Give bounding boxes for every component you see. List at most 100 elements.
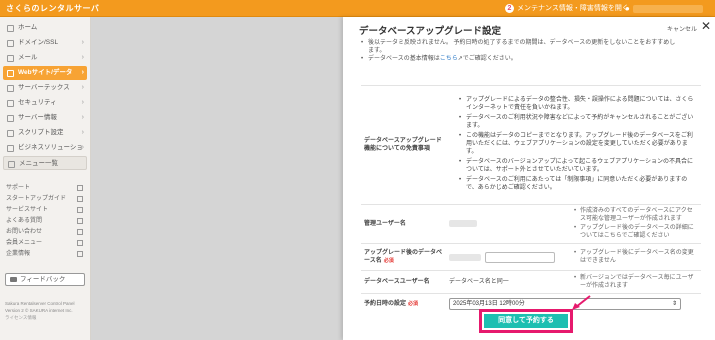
chevron-right-icon: › [81,144,84,151]
select-value: 2025年03月13日 12時00分 [453,301,525,308]
sidebar-item-mail[interactable]: メール › [3,51,87,65]
footer-text: Version 2 © SAKURA internet Inc. [5,308,73,313]
sidebar-item-script[interactable]: スクリプト設定 › [3,126,87,140]
label-text: アップグレード後のデータベース名 [364,250,443,264]
website-icon [7,70,14,77]
admin-value [446,204,571,244]
admin-label: 管理ユーザー名 [361,204,446,244]
chat-icon [10,277,17,282]
agree-reserve-button[interactable]: 同意して予約する [484,314,568,328]
dbuser-value: データベース名と同一 [446,270,571,294]
close-icon[interactable]: ✕ [701,19,711,33]
chevron-right-icon: › [81,54,84,61]
link-label: スタートアップガイド [6,196,67,202]
maintenance-badge: 2 [505,3,514,13]
list-icon [8,161,15,168]
admin-notes: 作成済みのすべてのデータベースにアクセス可能な管理ユーザーが作成されます アップ… [571,204,701,244]
note-item: 新バージョンではデータベース毎にユーザーが作成されます [574,274,698,290]
maintenance-label: メンテナンス情報・障害情報を開く [517,5,629,12]
link-support[interactable]: サポート [0,183,91,194]
sidebar-item-label: サーバーテックス [18,84,70,91]
link-company[interactable]: 企業情報 [0,249,91,260]
disclaimer-label: データベースアップグレード機能についての免責事項 [361,85,446,205]
note-item: 作成済みのすべてのデータベースにアクセス可能な管理ユーザーが作成されます [574,207,698,223]
required-badge: 必須 [383,258,394,264]
sidebar-item-business[interactable]: ビジネスソリューション› [3,141,87,165]
info-icon [7,115,14,122]
sidebar-item-label: サーバー情報 [18,114,57,121]
newname-label: アップグレード後のデータベース名 必須 [361,243,446,271]
note-item: アップグレード後にデータベース名の変更はできません [574,249,698,265]
external-link-icon [77,229,83,235]
disclaimer-item: データベースのバージョンアップによって起こるウェブアプリケーションの不具合につい… [459,158,698,174]
intro-text: 後以テータミ反映されません。 予約日時の処了するまでの期間は、データベースの更新… [368,40,676,46]
sidebar-item-server-info[interactable]: サーバー情報 › [3,111,87,125]
link-member-menu[interactable]: 会員メニュー [0,238,91,249]
top-bar: さくらのレンタルサーバ 2 メンテナンス情報・障害情報を開く ● [0,0,715,17]
license-link[interactable]: ライセンス情報 [5,314,89,321]
link-faq[interactable]: よくある質問 [0,216,91,227]
disclaimer-content: アップグレードによるデータの整合性、損失・誤操作による問題については、さくらイン… [446,85,701,205]
cancel-link[interactable]: キャンセル [667,24,697,33]
newname-value [446,243,571,271]
schedule-label: 予約日時の設定 必須 [361,293,446,315]
user-name-redacted [632,4,703,13]
mail-icon [7,55,14,62]
intro-text: データベースの基本情報は [368,56,440,62]
feedback-label: フィードバック [20,276,66,283]
chevron-right-icon: › [81,129,84,136]
code-icon [7,130,14,137]
intro-note: データベースの基本情報はこちら↗でご確認ください。 [361,55,706,63]
dbuser-row: データベースユーザー名 データベース名と同一 新バージョンではデータベース毎にユ… [361,270,701,294]
overlay-backdrop[interactable] [91,17,343,340]
server-icon [7,85,14,92]
link-contact[interactable]: お問い合わせ [0,227,91,238]
brand-logo[interactable]: さくらのレンタルサーバ [6,3,99,14]
link-service-site[interactable]: サービスサイト [0,205,91,216]
user-icon: ● [625,4,630,13]
external-link-icon [77,218,83,224]
sidebar-item-label: スクリプト設定 [18,129,64,136]
sidebar-item-label: メール [18,54,38,61]
newname-input[interactable] [485,251,555,263]
link-label: サポート [6,185,31,191]
sidebar-item-home[interactable]: ホーム [3,21,87,35]
maintenance-link[interactable]: 2 メンテナンス情報・障害情報を開く [505,3,629,13]
disclaimer-row: データベースアップグレード機能についての免責事項 アップグレードによるデータの整… [361,85,701,205]
disclaimer-item: データベースのご利用にあたっては「制限事項」に同意いただく必要がありますので、あ… [459,176,698,192]
sidebar: ホーム ドメイン/SSL › メール › Webサイト/データ › サーバーテックス ›… [0,17,91,340]
external-link-icon [77,251,83,257]
link-label: サービスサイト [6,207,49,213]
sidebar-item-menu-list[interactable]: メニュー一覧 [3,156,87,170]
chevron-right-icon: › [81,69,84,76]
intro-note: 後以テータミ反映されません。 予約日時の処了するまでの期間は、データベースの更新… [361,39,706,55]
globe-icon [7,40,14,47]
db-info-link[interactable]: こちら [440,56,458,62]
feedback-button[interactable]: フィードバック [5,273,85,286]
chevron-right-icon: › [81,114,84,121]
link-label: 会員メニュー [6,240,43,246]
sidebar-item-label: ホーム [18,24,38,31]
sidebar-item-domain[interactable]: ドメイン/SSL › [3,36,87,50]
label-text: 予約日時の設定 [364,301,407,308]
sidebar-item-website[interactable]: Webサイト/データ › [3,66,87,80]
briefcase-icon [7,145,14,152]
footer-text: Sakura Rentalserver Control Panel [5,301,75,306]
sidebar-item-label: セキュリティ [18,99,57,106]
sidebar-item-security[interactable]: セキュリティ › [3,96,87,110]
sidebar-item-server-tex[interactable]: サーバーテックス › [3,81,87,95]
disclaimer-item: アップグレードによるデータの整合性、損失・誤操作による問題については、さくらイン… [459,96,698,112]
chevron-updown-icon: ⇕ [671,301,677,308]
chevron-right-icon: › [81,39,84,46]
admin-row: 管理ユーザー名 作成済みのすべてのデータベースにアクセス可能な管理ユーザーが作成… [361,204,701,244]
external-link-icon [77,207,83,213]
user-menu[interactable]: ● [625,3,709,14]
pointer-arrow-icon [572,295,591,310]
link-startup-guide[interactable]: スタートアップガイド [0,194,91,205]
chevron-right-icon: › [81,84,84,91]
disclaimer-item: この機能はデータのコピーまでとなります。アップグレード後のデータベースをご利用い… [459,132,698,156]
shield-icon [7,100,14,107]
home-icon [7,25,14,32]
external-link-icon [77,185,83,191]
sidebar-links: サポート スタートアップガイド サービスサイト よくある質問 お問い合わせ 会員… [0,183,91,260]
